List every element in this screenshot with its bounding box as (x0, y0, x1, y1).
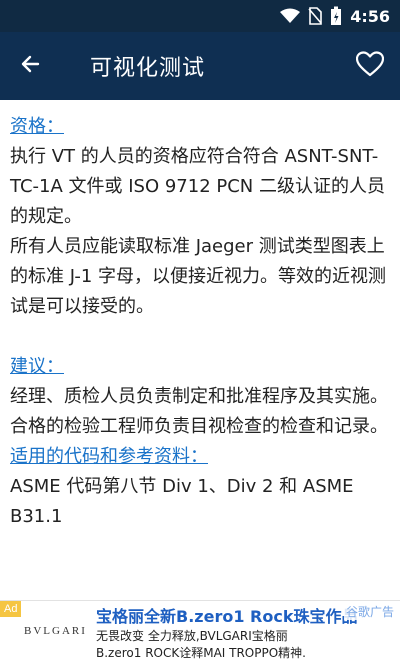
paragraph: 执行 VT 的人员的资格应符合符合 ASNT-SNT-TC-1A 文件或 ISO… (10, 146, 385, 227)
paragraph: 所有人员应能读取标准 Jaeger 测试类型图表上的标准 J-1 字母，以便接近… (10, 236, 387, 317)
favorite-button[interactable] (340, 32, 400, 100)
battery-charging-icon (330, 6, 342, 26)
back-button[interactable] (0, 32, 60, 100)
arrow-left-icon (18, 52, 42, 80)
section-heading-codes[interactable]: 适用的代码和参考资料： (10, 442, 390, 472)
app-bar: 可视化测试 (0, 32, 400, 100)
no-sim-icon (308, 7, 323, 25)
ad-description: B.zero1 ROCK诠释MAI TROPPO精神. (96, 646, 306, 660)
page-title: 可视化测试 (90, 56, 206, 81)
ad-network-label[interactable]: 谷歌广告 (343, 603, 396, 620)
status-time: 4:56 (350, 6, 390, 26)
status-bar: 4:56 (0, 0, 400, 32)
wifi-icon (280, 8, 301, 24)
section-heading-recommendation[interactable]: 建议： (10, 352, 390, 382)
ad-logo[interactable]: BVLGARI (24, 625, 87, 637)
heart-outline-icon (355, 51, 385, 81)
ad-badge: Ad (0, 601, 22, 617)
paragraph: 经理、质检人员负责制定和批准程序及其实施。 (10, 386, 388, 407)
paragraph: 合格的检验工程师负责目视检查的检查和记录。 (10, 416, 388, 437)
ad-title[interactable]: 宝格丽全新B.zero1 Rock珠宝作品 (96, 603, 357, 627)
ad-description: 无畏改变 全力释放,BVLGARI宝格丽 (96, 629, 288, 643)
article-content: 资格： 执行 VT 的人员的资格应符合符合 ASNT-SNT-TC-1A 文件或… (0, 100, 400, 600)
section-heading-qualification[interactable]: 资格： (10, 112, 390, 142)
ad-banner[interactable]: Ad BVLGARI 宝格丽全新B.zero1 Rock珠宝作品 无畏改变 全力… (0, 600, 400, 661)
paragraph: ASME 代码第八节 Div 1、Div 2 和 ASME B31.1 (10, 476, 354, 527)
